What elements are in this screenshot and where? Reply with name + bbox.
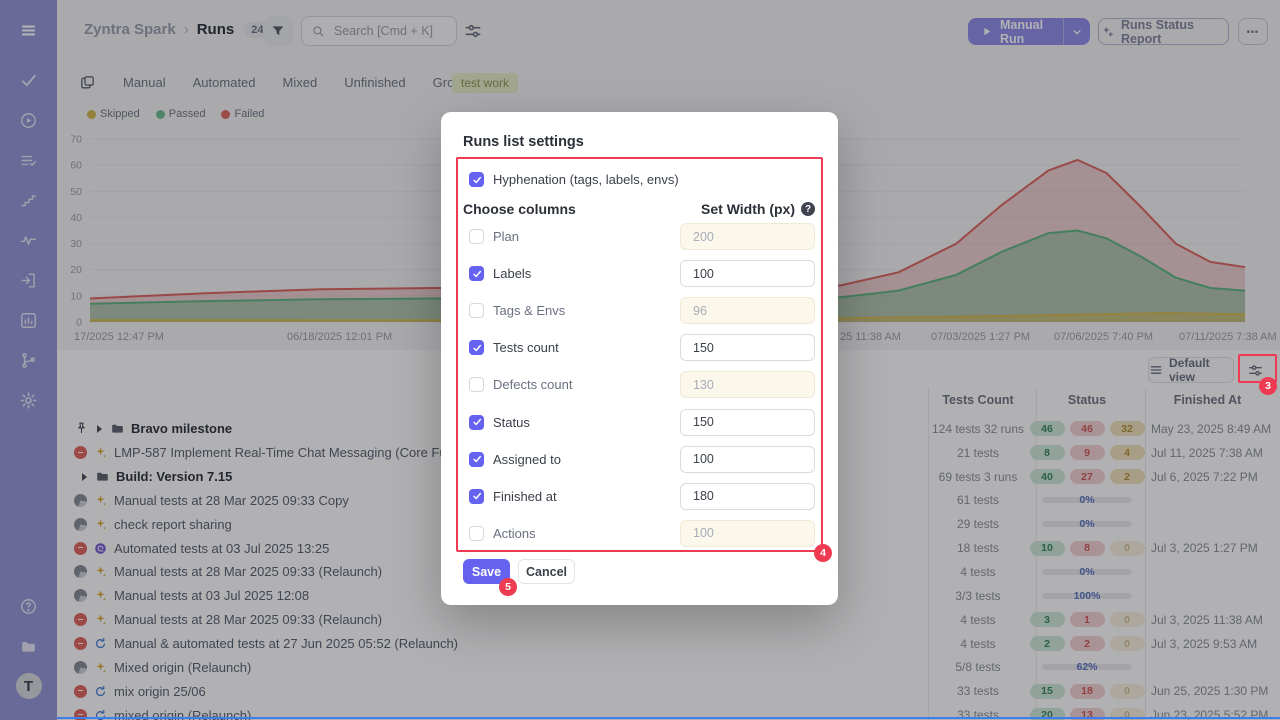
set-width-label: Set Width (px) (701, 201, 795, 217)
column-width-input-status[interactable] (680, 409, 815, 436)
column-label-wrap: Assigned to (463, 452, 561, 467)
annotation-badge-3: 3 (1259, 377, 1277, 395)
column-label: Plan (493, 229, 519, 244)
window-edge-indicator (57, 717, 1280, 720)
column-label: Status (493, 415, 530, 430)
cancel-button[interactable]: Cancel (518, 559, 575, 584)
column-label: Labels (493, 266, 531, 281)
column-label: Tags & Envs (493, 303, 565, 318)
column-checkbox-defects-count[interactable] (469, 377, 484, 392)
hyphenation-checkbox[interactable] (469, 172, 484, 187)
column-setting-row: Tests count (463, 329, 815, 366)
column-checkbox-status[interactable] (469, 415, 484, 430)
column-label-wrap: Actions (463, 526, 536, 541)
choose-columns-label: Choose columns (463, 201, 576, 217)
column-label-wrap: Tests count (463, 340, 559, 355)
column-label: Assigned to (493, 452, 561, 467)
modal-title: Runs list settings (463, 134, 584, 150)
column-checkbox-labels[interactable] (469, 266, 484, 281)
column-setting-row: Labels (463, 255, 815, 292)
columns-header-row: Choose columns Set Width (px) ? (463, 201, 815, 217)
column-checkbox-tags-envs[interactable] (469, 303, 484, 318)
column-settings-list: Plan Labels Tags & Envs Tests count Defects … (463, 218, 815, 552)
column-checkbox-actions[interactable] (469, 526, 484, 541)
column-label: Defects count (493, 377, 573, 392)
annotation-badge-4: 4 (814, 544, 832, 562)
column-checkbox-tests-count[interactable] (469, 340, 484, 355)
app-window: T Zyntra Spark › Runs 243 Manual Run Run… (0, 0, 1280, 720)
column-label: Actions (493, 526, 536, 541)
column-width-input-actions[interactable] (680, 520, 815, 547)
column-label-wrap: Labels (463, 266, 531, 281)
column-setting-row: Actions (463, 515, 815, 552)
column-label-wrap: Plan (463, 229, 519, 244)
column-setting-row: Assigned to (463, 441, 815, 478)
column-setting-row: Finished at (463, 478, 815, 515)
column-label-wrap: Status (463, 415, 530, 430)
column-setting-row: Tags & Envs (463, 292, 815, 329)
column-setting-row: Defects count (463, 366, 815, 403)
column-setting-row: Plan (463, 218, 815, 255)
annotation-badge-5: 5 (499, 578, 517, 596)
column-width-input-tags-envs[interactable] (680, 297, 815, 324)
help-icon[interactable]: ? (801, 202, 815, 216)
column-setting-row: Status (463, 403, 815, 440)
column-label: Tests count (493, 340, 559, 355)
column-checkbox-plan[interactable] (469, 229, 484, 244)
column-width-input-plan[interactable] (680, 223, 815, 250)
column-width-input-assigned-to[interactable] (680, 446, 815, 473)
column-label-wrap: Tags & Envs (463, 303, 565, 318)
column-checkbox-assigned-to[interactable] (469, 452, 484, 467)
column-label-wrap: Defects count (463, 377, 573, 392)
column-checkbox-finished-at[interactable] (469, 489, 484, 504)
hyphenation-row[interactable]: Hyphenation (tags, labels, envs) (469, 172, 679, 187)
column-width-input-tests-count[interactable] (680, 334, 815, 361)
runs-list-settings-modal: Runs list settings Hyphenation (tags, la… (441, 112, 838, 605)
column-label: Finished at (493, 489, 557, 504)
hyphenation-label: Hyphenation (tags, labels, envs) (493, 172, 679, 187)
column-width-input-labels[interactable] (680, 260, 815, 287)
column-width-input-finished-at[interactable] (680, 483, 815, 510)
column-label-wrap: Finished at (463, 489, 557, 504)
column-width-input-defects-count[interactable] (680, 371, 815, 398)
